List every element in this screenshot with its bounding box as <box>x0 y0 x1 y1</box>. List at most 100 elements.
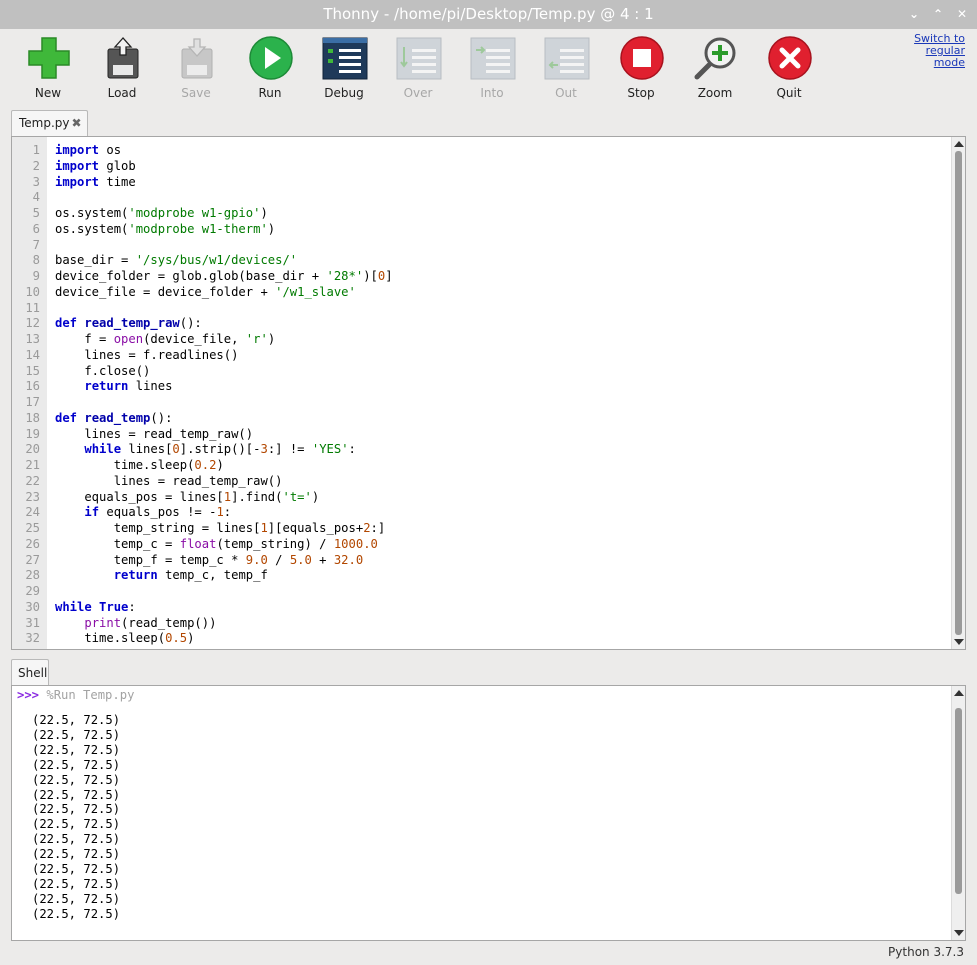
run-button[interactable]: Run <box>235 33 305 101</box>
shell-scroll-up-icon[interactable] <box>954 690 964 696</box>
scroll-up-icon[interactable] <box>954 141 964 147</box>
new-button[interactable]: New <box>13 33 83 101</box>
stop-label: Stop <box>627 86 655 100</box>
step-into-button[interactable]: Into <box>457 33 527 101</box>
toolbar: New Load Save Run Debug Over Into Out St… <box>0 29 977 109</box>
code-line[interactable]: import glob <box>55 159 393 175</box>
load-file-icon <box>107 37 139 79</box>
stop-button[interactable]: Stop <box>606 33 676 101</box>
code-line[interactable]: temp_c = float(temp_string) / 1000.0 <box>55 537 393 553</box>
shell-output-line: (22.5, 72.5) <box>32 862 121 877</box>
line-number: 6 <box>32 221 40 236</box>
code-line[interactable]: lines = f.readlines() <box>55 348 393 364</box>
code-line[interactable]: os.system('modprobe w1-therm') <box>55 222 393 238</box>
title-bar: Thonny - /home/pi/Desktop/Temp.py @ 4 : … <box>0 0 977 29</box>
shell-output-line: (22.5, 72.5) <box>32 817 121 832</box>
stop-icon <box>620 36 664 80</box>
save-button[interactable]: Save <box>161 33 231 101</box>
code-line[interactable]: def read_temp_raw(): <box>55 316 393 332</box>
line-number: 21 <box>25 458 40 472</box>
code-line[interactable]: import time <box>55 175 393 191</box>
shell-prompt: >>> <box>17 688 40 702</box>
code-line[interactable]: os.system('modprobe w1-gpio') <box>55 206 393 222</box>
code-line[interactable]: f.close() <box>55 364 393 380</box>
shell-scroll-down-icon[interactable] <box>954 930 964 936</box>
code-line[interactable]: temp_f = temp_c * 9.0 / 5.0 + 32.0 <box>55 553 393 569</box>
line-number: 11 <box>25 300 40 315</box>
code-line[interactable]: if equals_pos != -1: <box>55 505 393 521</box>
step-out-icon <box>544 37 590 80</box>
line-number: 25 <box>25 521 40 535</box>
code-line[interactable]: time.sleep(0.2) <box>55 458 393 474</box>
line-number: 4 <box>32 190 40 205</box>
switch-mode-link[interactable]: Switch to regular mode <box>895 33 965 69</box>
code-text[interactable]: import os import glob import time os.syste… <box>55 143 393 647</box>
step-over-label: Over <box>403 86 433 100</box>
editor-scrollbar[interactable] <box>951 137 965 649</box>
step-out-button[interactable]: Out <box>531 33 601 101</box>
code-line[interactable]: import os <box>55 143 393 159</box>
code-line[interactable]: print(read_temp()) <box>55 616 393 632</box>
shell-scrollbar[interactable] <box>951 686 965 940</box>
line-number: 10 <box>25 284 40 299</box>
code-line[interactable] <box>55 301 393 317</box>
zoom-label: Zoom <box>697 86 733 100</box>
code-line[interactable]: return temp_c, temp_f <box>55 568 393 584</box>
code-line[interactable] <box>55 238 393 254</box>
tab-close-icon[interactable]: ✖ <box>72 116 82 130</box>
shell-output-line: (22.5, 72.5) <box>32 727 121 742</box>
line-number: 1 <box>32 143 40 157</box>
code-editor[interactable]: 1 2 3 4 5 6 7 8 9 10 11 12 13 14 15 16 17 18 19 20 21 22 23 24 2… <box>11 136 966 650</box>
line-number: 7 <box>32 237 40 252</box>
code-line[interactable]: device_folder = glob.glob(base_dir + '28… <box>55 269 393 285</box>
step-into-label: Into <box>480 86 504 100</box>
shell-scroll-thumb[interactable] <box>955 708 962 894</box>
editor-scroll-thumb[interactable] <box>955 151 962 635</box>
code-line[interactable] <box>55 395 393 411</box>
quit-label: Quit <box>776 86 802 100</box>
line-number: 27 <box>25 552 40 567</box>
maximize-icon[interactable]: ⌃ <box>931 7 945 21</box>
code-line[interactable]: while True: <box>55 600 393 616</box>
load-button[interactable]: Load <box>87 33 157 101</box>
line-number: 32 <box>25 631 40 646</box>
line-numbers: 1 2 3 4 5 6 7 8 9 10 11 12 13 14 15 16 17 18 19 20 21 22 23 24 2… <box>12 143 40 647</box>
line-number: 23 <box>25 489 40 504</box>
code-line[interactable]: lines = read_temp_raw() <box>55 474 393 490</box>
code-line[interactable]: while lines[0].strip()[-3:] != 'YES': <box>55 442 393 458</box>
zoom-button[interactable]: Zoom <box>680 33 750 101</box>
zoom-icon <box>694 37 736 80</box>
code-line[interactable]: return lines <box>55 379 393 395</box>
code-line[interactable]: equals_pos = lines[1].find('t=') <box>55 490 393 506</box>
step-into-icon <box>470 37 516 80</box>
tab-shell[interactable]: Shell <box>11 659 49 686</box>
code-line[interactable]: lines = read_temp_raw() <box>55 427 393 443</box>
code-line[interactable]: base_dir = '/sys/bus/w1/devices/' <box>55 253 393 269</box>
code-line[interactable]: time.sleep(0.5) <box>55 631 393 647</box>
code-line[interactable] <box>55 584 393 600</box>
line-number: 12 <box>25 316 40 331</box>
shell-command: %Run Temp.py <box>46 688 135 702</box>
run-label: Run <box>258 86 282 100</box>
shell-prompt-line: >>> %Run Temp.py <box>17 688 134 703</box>
close-icon[interactable]: ✕ <box>955 7 969 21</box>
shell-output-line: (22.5, 72.5) <box>32 847 121 862</box>
minimize-icon[interactable]: ⌄ <box>907 7 921 21</box>
shell-panel[interactable]: >>> %Run Temp.py (22.5, 72.5) (22.5, 72.5… <box>11 685 966 941</box>
shell-output-line: (22.5, 72.5) <box>32 742 121 757</box>
step-over-button[interactable]: Over <box>383 33 453 101</box>
code-line[interactable]: f = open(device_file, 'r') <box>55 332 393 348</box>
quit-button[interactable]: Quit <box>754 33 824 101</box>
code-line[interactable]: temp_string = lines[1][equals_pos+2:] <box>55 521 393 537</box>
line-number: 13 <box>25 332 40 346</box>
code-line[interactable]: def read_temp(): <box>55 411 393 427</box>
save-label: Save <box>181 86 211 100</box>
line-number: 17 <box>25 395 40 409</box>
step-over-icon <box>396 37 442 80</box>
code-line[interactable] <box>55 190 393 206</box>
scroll-down-icon[interactable] <box>954 639 964 645</box>
debug-button[interactable]: Debug <box>309 33 379 101</box>
line-number: 14 <box>25 347 40 362</box>
code-line[interactable]: device_file = device_folder + '/w1_slave… <box>55 285 393 301</box>
tab-temp-py[interactable]: Temp.py ✖ <box>11 110 88 137</box>
